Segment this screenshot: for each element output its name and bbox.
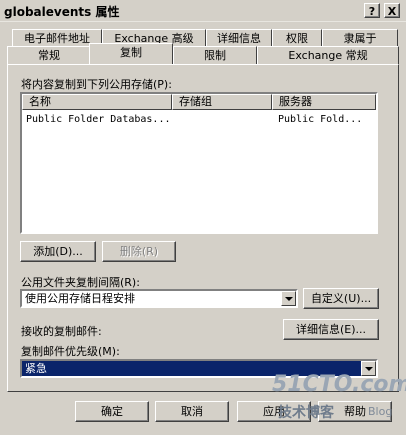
priority-label: 复制邮件优先级(M):	[21, 345, 120, 358]
column-storage-group[interactable]: 存储组	[172, 94, 272, 110]
interval-select[interactable]: 使用公用存储日程安排	[20, 289, 298, 308]
window-title: globalevents 属性	[4, 5, 120, 19]
cancel-button[interactable]: 取消	[155, 401, 229, 422]
public-store-list[interactable]: 名称 存储组 服务器 Public Folder Databas... Publ…	[20, 92, 378, 234]
watermark-blog: Blog	[368, 405, 393, 418]
customize-button[interactable]: 自定义(U)...	[303, 288, 379, 309]
add-button[interactable]: 添加(D)...	[20, 241, 96, 262]
received-replication-label: 接收的复制邮件:	[21, 325, 102, 338]
row-server: Public Fold...	[278, 114, 363, 125]
chevron-down-icon[interactable]	[281, 291, 296, 306]
tab-exchange-general[interactable]: Exchange 常规	[257, 46, 399, 64]
column-name[interactable]: 名称	[22, 94, 172, 110]
remove-button[interactable]: 删除(R)	[102, 241, 176, 262]
interval-label: 公用文件夹复制间隔(R):	[21, 276, 140, 289]
tab-details[interactable]: 详细信息	[206, 29, 272, 47]
interval-value: 使用公用存储日程安排	[25, 292, 135, 305]
column-server[interactable]: 服务器	[272, 94, 376, 110]
tab-limits[interactable]: 限制	[173, 46, 257, 64]
tab-general[interactable]: 常规	[7, 46, 91, 64]
tab-member-of[interactable]: 隶属于	[322, 29, 398, 47]
ok-button[interactable]: 确定	[75, 401, 149, 422]
watermark-logo: 51CTO.com	[272, 372, 406, 397]
tab-replication[interactable]: 复制	[89, 43, 173, 64]
priority-value: 紧急	[25, 362, 47, 375]
details-button[interactable]: 详细信息(E)...	[283, 319, 379, 340]
help-title-button[interactable]: ?	[364, 3, 380, 18]
replicate-to-label: 将内容复制到下列公用存储(P):	[21, 78, 172, 91]
watermark-subtitle: 技术博客	[278, 405, 334, 421]
list-header: 名称 存储组 服务器	[22, 94, 376, 110]
close-icon[interactable]: X	[384, 3, 400, 18]
title-bar: globalevents 属性 ? X	[0, 0, 406, 22]
tab-permissions[interactable]: 权限	[272, 29, 322, 47]
row-name: Public Folder Databas...	[26, 114, 171, 125]
